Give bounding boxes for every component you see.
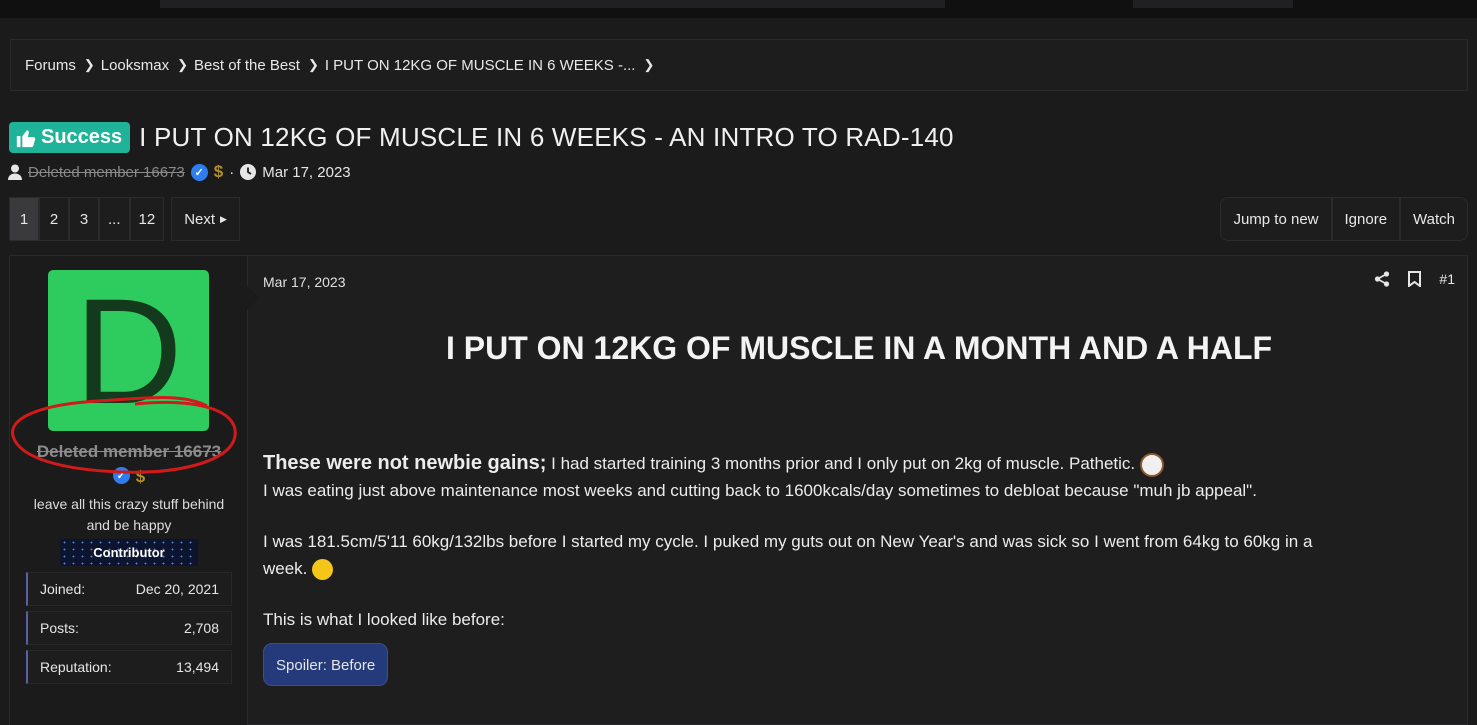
post-lead-text: These were not newbie gains;	[263, 452, 547, 474]
thread-title-row: Success I PUT ON 12KG OF MUSCLE IN 6 WEE…	[9, 122, 954, 153]
verified-badge-icon: ✓	[190, 163, 208, 181]
stat-value: Dec 20, 2021	[135, 581, 219, 597]
next-label: Next	[184, 210, 216, 228]
page-title: I PUT ON 12KG OF MUSCLE IN 6 WEEKS - AN …	[139, 122, 954, 152]
user-panel-arrow	[247, 286, 259, 310]
thread-date-link[interactable]: Mar 17, 2023	[262, 164, 350, 181]
page-3-link[interactable]: 3	[69, 197, 99, 241]
user-panel: D Deleted member 16673 ✓ $ leave all thi…	[10, 256, 248, 725]
breadcrumb-thread[interactable]: I PUT ON 12KG OF MUSCLE IN 6 WEEKS -...	[325, 57, 636, 74]
post-text: This is what I looked like before:	[263, 610, 505, 629]
stat-value[interactable]: 2,708	[184, 620, 219, 636]
breadcrumb: Forums ❯ Looksmax ❯ Best of the Best ❯ I…	[10, 39, 1468, 91]
share-icon[interactable]	[1374, 271, 1390, 287]
ignore-button[interactable]: Ignore	[1331, 197, 1401, 241]
post-body: These were not newbie gains; I had start…	[263, 450, 1453, 686]
clock-icon	[240, 164, 257, 180]
success-prefix-badge[interactable]: Success	[9, 122, 131, 153]
post-heading: I PUT ON 12KG OF MUSCLE IN A MONTH AND A…	[445, 330, 1273, 366]
page-2-link[interactable]: 2	[39, 197, 69, 241]
jump-to-new-button[interactable]: Jump to new	[1220, 197, 1332, 241]
post-actions: #1	[1374, 271, 1455, 287]
next-page-button[interactable]: Next ▶	[171, 197, 240, 241]
dollar-icon: $	[213, 162, 224, 181]
thumbs-up-icon	[16, 129, 36, 147]
breadcrumb-best-of-the-best[interactable]: Best of the Best	[194, 57, 300, 74]
post-paragraph: week.	[263, 555, 1453, 582]
post-date-link[interactable]: Mar 17, 2023	[263, 274, 346, 290]
page-ellipsis-button[interactable]: ...	[99, 197, 130, 241]
breadcrumb-forums[interactable]: Forums	[25, 57, 76, 74]
red-annotation-circle	[11, 396, 237, 474]
smug-face-emoji-icon	[1139, 452, 1164, 477]
meta-separator: ·	[229, 163, 235, 181]
spoiler-button[interactable]: Spoiler: Before	[263, 643, 389, 686]
post-paragraph: These were not newbie gains; I had start…	[263, 450, 1453, 477]
thread-meta: Deleted member 16673 ✓ $ · Mar 17, 2023	[8, 162, 351, 182]
top-nav-segment	[1133, 0, 1293, 8]
stat-posts: Posts: 2,708	[26, 611, 232, 645]
stat-label: Joined:	[40, 581, 86, 597]
post-1: D Deleted member 16673 ✓ $ leave all thi…	[9, 255, 1468, 725]
stat-reputation: Reputation: 13,494	[26, 650, 232, 684]
top-nav-bar	[0, 0, 1477, 18]
top-nav-segment	[160, 0, 945, 8]
user-title-line: and be happy	[86, 517, 172, 533]
user-stats: Joined: Dec 20, 2021 Posts: 2,708 Reputa…	[26, 572, 232, 689]
thread-author-link[interactable]: Deleted member 16673	[28, 164, 185, 181]
user-title-line: leave all this crazy stuff behind	[33, 496, 225, 512]
post-content: Mar 17, 2023 #1 I PUT ON 12KG OF MUSCLE …	[263, 256, 1469, 725]
pagination: 1 2 3 ... 12 Next ▶	[9, 197, 240, 241]
stat-label: Posts:	[40, 620, 79, 636]
stat-label: Reputation:	[40, 659, 112, 675]
thread-actions: Jump to new Ignore Watch	[1220, 197, 1468, 241]
contributor-banner: Contributor	[60, 539, 198, 566]
post-number-link[interactable]: #1	[1439, 271, 1455, 287]
prefix-label: Success	[41, 126, 123, 148]
crying-laughing-emoji-icon	[312, 559, 334, 581]
chevron-right-icon: ❯	[177, 57, 189, 72]
post-text: I was eating just above maintenance most…	[263, 481, 1257, 500]
user-icon	[8, 164, 22, 180]
chevron-right-icon: ❯	[307, 57, 319, 72]
breadcrumb-looksmax[interactable]: Looksmax	[101, 57, 169, 74]
chevron-right-icon: ❯	[643, 57, 655, 72]
stat-joined: Joined: Dec 20, 2021	[26, 572, 232, 606]
post-text: I was 181.5cm/5'11 60kg/132lbs before I …	[263, 532, 1313, 551]
caret-right-icon: ▶	[220, 213, 227, 224]
watch-button[interactable]: Watch	[1400, 197, 1468, 241]
chevron-right-icon: ❯	[83, 57, 95, 72]
post-text: I had started training 3 months prior an…	[546, 454, 1136, 473]
page-12-link[interactable]: 12	[129, 197, 165, 241]
post-text: week.	[263, 559, 308, 578]
stat-value: 13,494	[176, 659, 219, 675]
bookmark-icon[interactable]	[1408, 271, 1422, 287]
page-1-link[interactable]: 1	[9, 197, 39, 241]
user-title: leave all this crazy stuff behind and be…	[18, 494, 240, 536]
